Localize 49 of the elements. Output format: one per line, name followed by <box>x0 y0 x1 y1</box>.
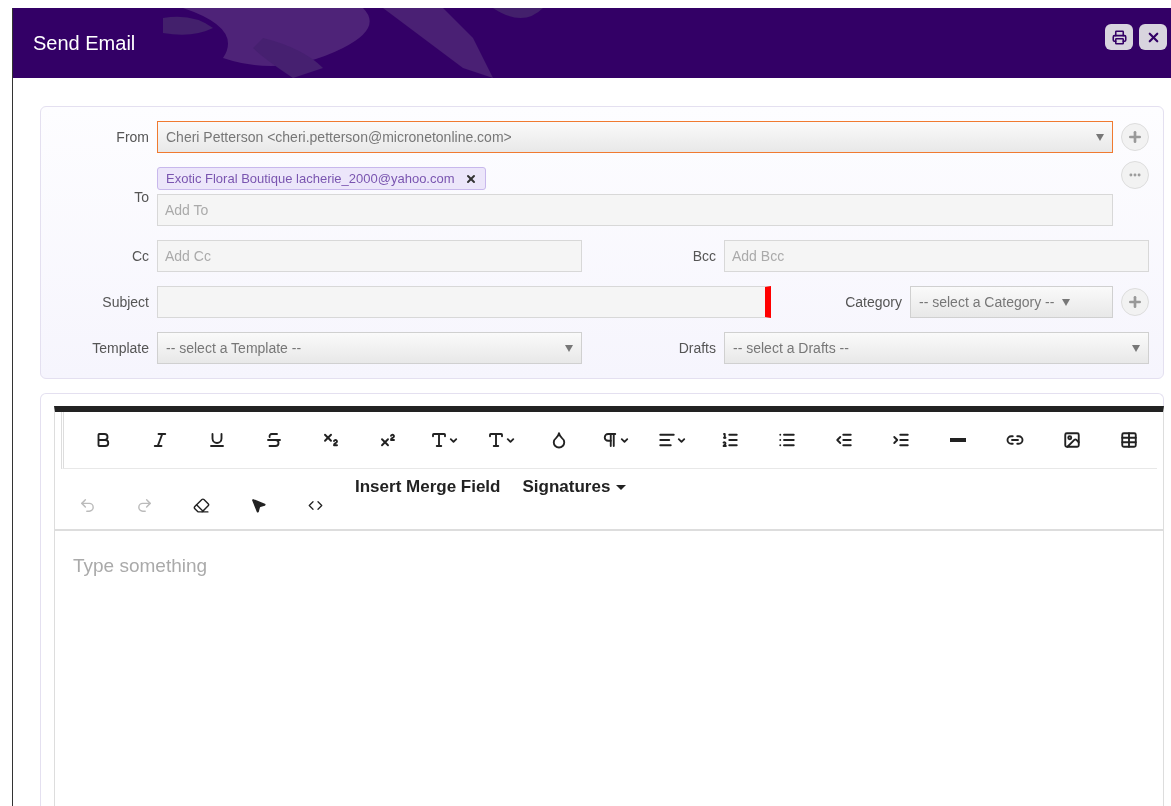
strikethrough-icon <box>264 431 283 449</box>
field-label: To <box>133 188 149 205</box>
field-label: Template <box>91 340 149 356</box>
pointer-icon <box>250 496 267 514</box>
caret-icon <box>616 484 627 490</box>
cc-field[interactable]: Add Cc <box>157 240 582 272</box>
menu-button[interactable]: Insert Merge Field <box>344 475 512 499</box>
ordered-list-icon <box>720 431 739 449</box>
field-label: Cc <box>130 248 149 264</box>
plus-icon <box>1127 294 1143 310</box>
font-color-icon <box>430 431 448 449</box>
recipient-chip: Exotic Floral Boutique lacherie_2000@yahoo.com <box>157 167 486 190</box>
from-select[interactable]: Cheri Petterson <cheri.petterson@micronetonline.com> <box>157 121 1113 153</box>
indent-icon <box>891 431 910 449</box>
paragraph-icon <box>601 431 619 449</box>
print-button[interactable] <box>1105 24 1133 50</box>
add-button[interactable] <box>1121 123 1149 151</box>
bullet-list-icon <box>777 431 796 449</box>
close-button[interactable] <box>1139 24 1167 50</box>
menu-button[interactable]: Signatures <box>511 475 638 499</box>
field-label: Subject <box>101 294 149 310</box>
close-icon <box>464 172 477 185</box>
drafts-select[interactable]: -- select a Drafts -- <box>724 332 1149 364</box>
subject-field[interactable] <box>157 286 771 318</box>
printer-icon <box>1111 29 1127 45</box>
remove-button[interactable] <box>464 172 477 185</box>
underline-icon <box>207 431 226 449</box>
image-icon <box>1062 431 1081 449</box>
outdent-icon <box>834 431 853 449</box>
message-body[interactable]: Type something <box>55 531 1163 806</box>
field-label: Bcc <box>691 248 716 264</box>
align-left-icon <box>658 431 676 449</box>
field-label: Drafts <box>677 340 716 356</box>
font-size-icon <box>487 431 505 449</box>
eraser-icon <box>193 496 210 514</box>
undo-icon <box>79 496 96 514</box>
plus-icon <box>1127 129 1143 145</box>
subscript-icon <box>321 431 340 449</box>
field-label: Category <box>844 294 902 310</box>
bcc-field[interactable]: Add Bcc <box>724 240 1149 272</box>
to-field[interactable]: Add To <box>157 194 1113 226</box>
template-select[interactable]: -- select a Template -- <box>157 332 582 364</box>
add-button[interactable] <box>1121 288 1149 316</box>
superscript-icon <box>378 431 397 449</box>
table-icon <box>1119 431 1138 449</box>
field-label: From <box>115 129 149 145</box>
category-select[interactable]: -- select a Category -- <box>910 286 1113 318</box>
redo-icon <box>136 496 153 514</box>
window-title: Send Email <box>33 31 136 55</box>
